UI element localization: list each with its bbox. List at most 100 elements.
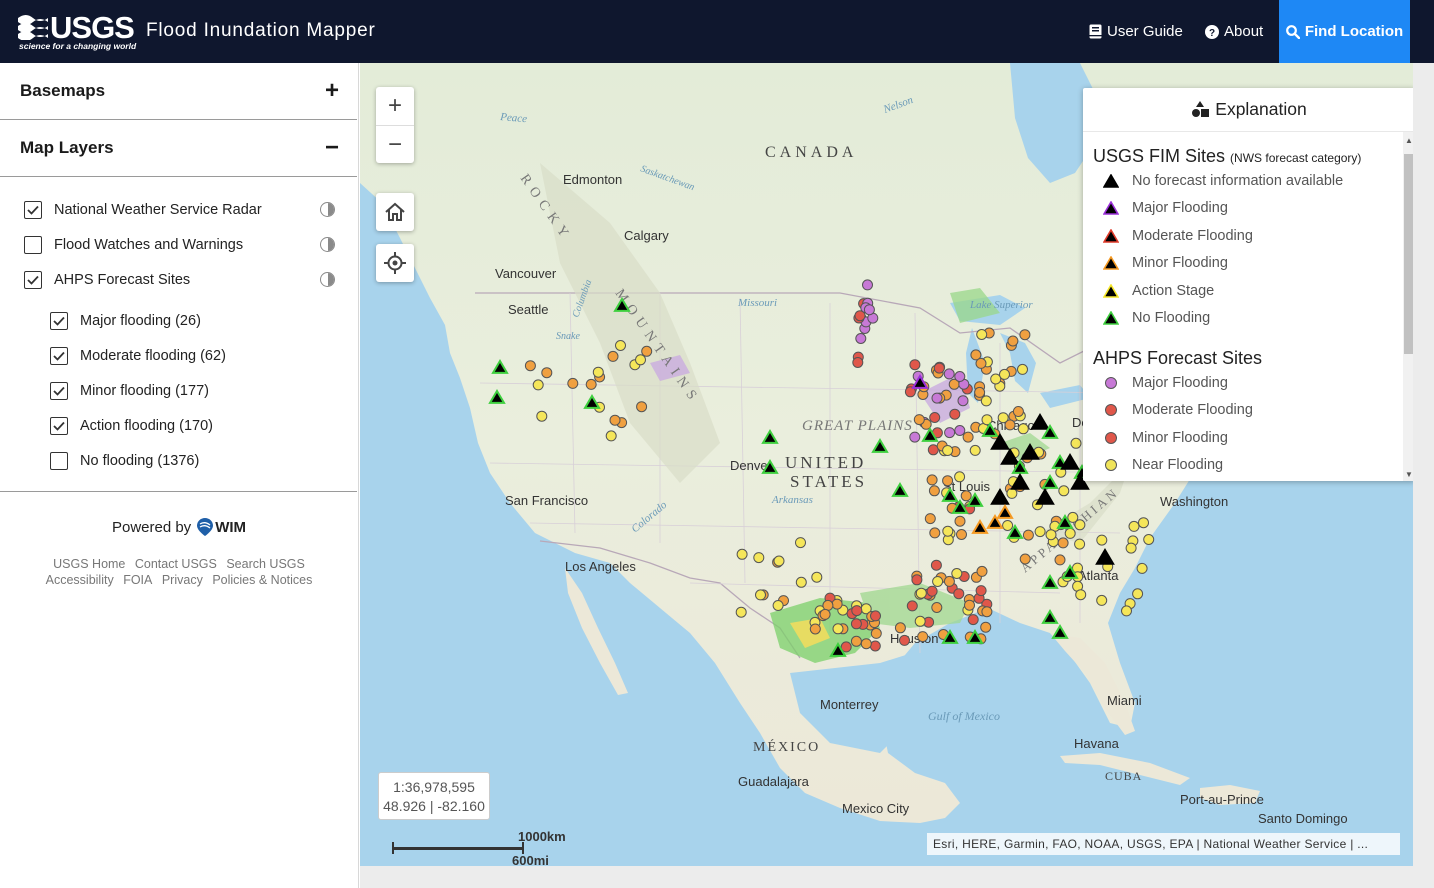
layer-ahps-sites[interactable]: AHPS Forecast Sites	[0, 262, 357, 297]
fim-site-marker[interactable]	[1041, 609, 1059, 624]
explanation-scroll-thumb[interactable]	[1404, 154, 1413, 354]
ahps-site-marker[interactable]	[960, 490, 972, 502]
ahps-site-marker[interactable]	[753, 552, 765, 564]
ahps-site-marker[interactable]	[932, 576, 944, 587]
basemaps-expand-icon[interactable]: +	[325, 77, 339, 105]
ahps-site-marker[interactable]	[536, 410, 548, 422]
ahps-site-marker[interactable]	[976, 329, 988, 340]
ahps-site-marker[interactable]	[975, 585, 987, 597]
ahps-site-marker[interactable]	[1017, 363, 1028, 375]
fim-site-marker[interactable]	[761, 429, 779, 444]
ahps-site-marker[interactable]	[862, 279, 873, 291]
fim-site-marker[interactable]	[996, 504, 1014, 519]
ahps-site-marker[interactable]	[1012, 406, 1024, 417]
fim-site-marker[interactable]	[1030, 413, 1050, 430]
ahps-site-marker[interactable]	[1138, 517, 1149, 529]
ahps-site-marker[interactable]	[957, 395, 969, 407]
ahps-site-marker[interactable]	[924, 513, 936, 525]
ahps-site-marker[interactable]	[1125, 542, 1137, 554]
sublayer-moderate[interactable]: Moderate flooding (62)	[0, 338, 357, 373]
ahps-site-marker[interactable]	[911, 574, 923, 586]
ahps-site-marker[interactable]	[1006, 487, 1018, 499]
ahps-site-marker[interactable]	[926, 585, 938, 597]
ahps-site-marker[interactable]	[1132, 588, 1144, 600]
ahps-site-marker[interactable]	[869, 640, 881, 652]
ahps-site-marker[interactable]	[962, 431, 974, 443]
ahps-site-marker[interactable]	[863, 304, 875, 316]
ahps-site-marker[interactable]	[1058, 485, 1070, 497]
ahps-site-marker[interactable]	[942, 525, 954, 537]
ahps-site-marker[interactable]	[870, 610, 881, 622]
ahps-site-marker[interactable]	[1034, 526, 1046, 538]
ahps-site-marker[interactable]	[949, 408, 961, 420]
ahps-site-marker[interactable]	[735, 606, 747, 618]
ahps-site-marker[interactable]	[942, 475, 954, 487]
ahps-site-marker[interactable]	[894, 622, 906, 634]
ahps-site-marker[interactable]	[917, 631, 929, 643]
fim-site-marker[interactable]	[871, 438, 889, 453]
ahps-site-marker[interactable]	[755, 589, 766, 601]
checkbox-checked-icon[interactable]	[50, 311, 68, 330]
ahps-site-marker[interactable]	[956, 529, 967, 540]
opacity-icon[interactable]	[320, 202, 335, 217]
usgs-home-link[interactable]: USGS Home	[53, 557, 125, 571]
map-view[interactable]: CANADA UNITED STATES MÉXICO CUBA GREAT P…	[360, 63, 1413, 866]
ahps-site-marker[interactable]	[607, 350, 619, 362]
ahps-site-marker[interactable]	[974, 386, 986, 398]
explanation-header[interactable]: Explanation	[1083, 88, 1413, 132]
fim-site-marker[interactable]	[761, 459, 779, 474]
ahps-site-marker[interactable]	[541, 367, 553, 379]
ahps-site-marker[interactable]	[1070, 437, 1082, 449]
ahps-site-marker[interactable]	[1074, 538, 1086, 550]
fim-site-marker[interactable]	[583, 394, 601, 409]
ahps-site-marker[interactable]	[926, 474, 938, 486]
ahps-site-marker[interactable]	[592, 366, 604, 378]
about-button[interactable]: ? About	[1205, 0, 1263, 63]
ahps-site-marker[interactable]	[997, 412, 1009, 424]
ahps-site-marker[interactable]	[811, 571, 823, 583]
ahps-site-marker[interactable]	[943, 575, 955, 587]
ahps-site-marker[interactable]	[967, 614, 979, 626]
ahps-site-marker[interactable]	[944, 427, 956, 439]
ahps-site-marker[interactable]	[942, 445, 954, 456]
sublayer-minor[interactable]: Minor flooding (177)	[0, 373, 357, 408]
fim-site-marker[interactable]	[1051, 624, 1069, 639]
checkbox-checked-icon[interactable]	[50, 346, 68, 365]
privacy-link[interactable]: Privacy	[162, 573, 203, 587]
map-layers-collapse-icon[interactable]: −	[325, 134, 339, 162]
ahps-site-marker[interactable]	[1136, 562, 1148, 574]
contact-usgs-link[interactable]: Contact USGS	[135, 557, 217, 571]
ahps-site-marker[interactable]	[1002, 520, 1014, 531]
layer-nws-radar[interactable]: National Weather Service Radar	[0, 192, 357, 227]
fim-site-marker[interactable]	[971, 519, 989, 534]
ahps-site-marker[interactable]	[1096, 594, 1108, 606]
ahps-site-marker[interactable]	[1054, 554, 1066, 566]
ahps-site-marker[interactable]	[605, 430, 617, 442]
locate-button[interactable]	[376, 244, 414, 282]
checkbox-checked-icon[interactable]	[24, 200, 42, 219]
usgs-logo[interactable]: USGS science for a changing world	[18, 10, 136, 52]
ahps-site-marker[interactable]	[913, 414, 925, 426]
ahps-site-marker[interactable]	[773, 555, 785, 567]
ahps-site-marker[interactable]	[851, 605, 863, 617]
ahps-site-marker[interactable]	[915, 587, 927, 599]
ahps-site-marker[interactable]	[1022, 529, 1034, 541]
ahps-site-marker[interactable]	[636, 401, 648, 413]
ahps-site-marker[interactable]	[980, 395, 992, 407]
ahps-site-marker[interactable]	[1075, 589, 1087, 601]
sublayer-action[interactable]: Action flooding (170)	[0, 408, 357, 443]
ahps-site-marker[interactable]	[999, 368, 1010, 380]
policies-link[interactable]: Policies & Notices	[212, 573, 312, 587]
fim-site-marker[interactable]	[1095, 548, 1115, 565]
fim-site-marker[interactable]	[891, 482, 909, 497]
ahps-site-marker[interactable]	[1019, 553, 1031, 565]
ahps-site-marker[interactable]	[567, 377, 579, 389]
ahps-site-marker[interactable]	[930, 559, 942, 571]
ahps-site-marker[interactable]	[855, 333, 867, 344]
accessibility-link[interactable]: Accessibility	[46, 573, 114, 587]
ahps-site-marker[interactable]	[524, 360, 536, 372]
ahps-site-marker[interactable]	[954, 471, 966, 483]
ahps-site-marker[interactable]	[964, 599, 975, 611]
ahps-site-marker[interactable]	[831, 598, 843, 610]
ahps-site-marker[interactable]	[951, 568, 963, 579]
